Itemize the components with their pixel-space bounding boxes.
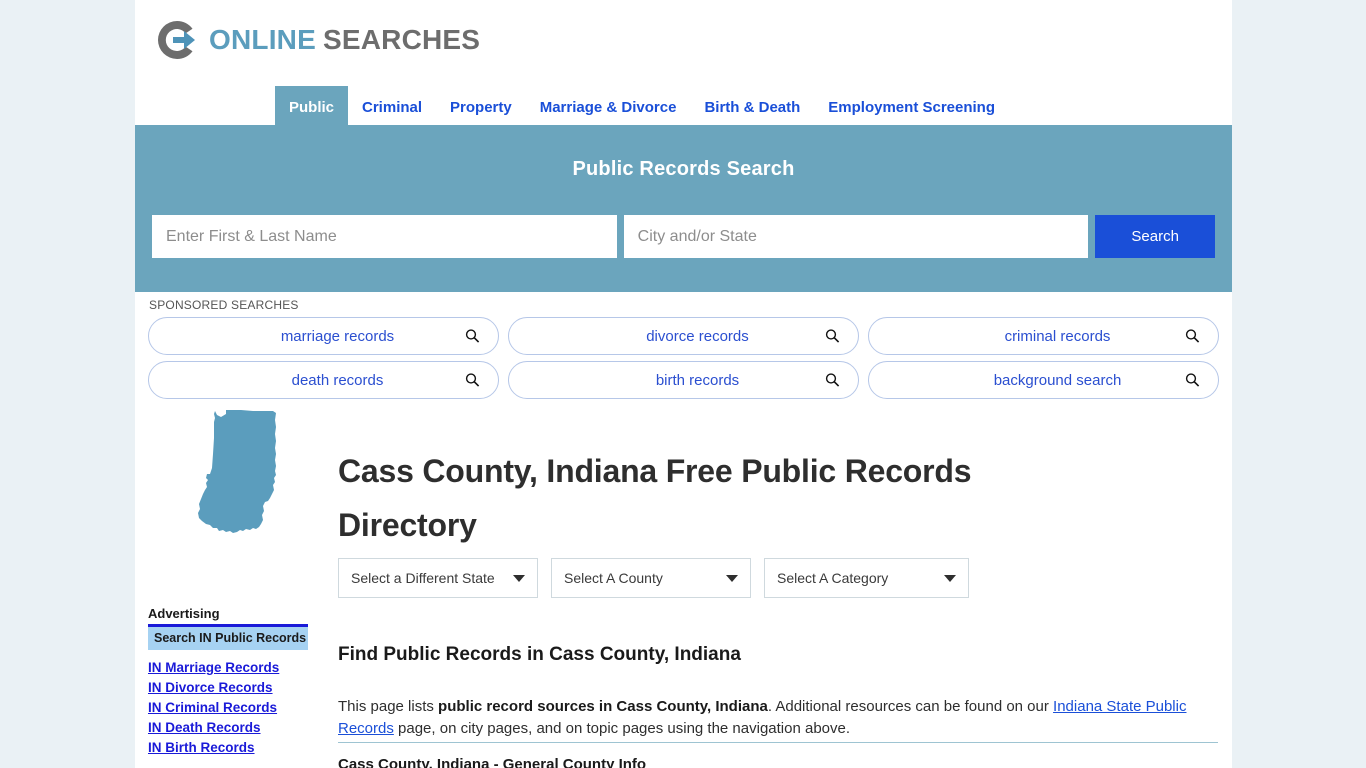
ad-link-in-criminal-records[interactable]: IN Criminal Records	[148, 700, 308, 715]
county-select-value: Select A County	[564, 570, 663, 586]
advertising-label: Advertising	[148, 606, 308, 627]
sponsored-pill-label: death records	[291, 371, 384, 389]
sponsored-pill-label: marriage records	[280, 327, 395, 345]
name-search-input[interactable]	[152, 215, 617, 258]
search-icon	[1185, 373, 1200, 388]
nav-item-criminal[interactable]: Criminal	[348, 86, 436, 128]
page-root: ONLINE SEARCHES Public Criminal Property …	[0, 0, 1366, 768]
intro-text-part2: . Additional resources can be found on o…	[767, 698, 1054, 715]
search-icon	[465, 373, 480, 388]
sponsored-searches-grid: marriage records divorce records crimina…	[148, 317, 1219, 399]
page-title: Cass County, Indiana Free Public Records…	[338, 453, 972, 544]
ad-link-in-divorce-records[interactable]: IN Divorce Records	[148, 680, 308, 695]
general-county-info-heading: Cass County, Indiana - General County In…	[338, 756, 647, 768]
sponsored-pill-label: birth records	[655, 371, 740, 389]
chevron-down-icon	[944, 575, 956, 582]
public-records-search-panel: Public Records Search Search	[135, 128, 1232, 292]
ad-link-in-birth-records[interactable]: IN Birth Records	[148, 740, 308, 755]
nav-item-property[interactable]: Property	[436, 86, 526, 128]
state-select-value: Select a Different State	[351, 570, 495, 586]
site-content: ONLINE SEARCHES Public Criminal Property …	[135, 0, 1232, 768]
logo-word-online: ONLINE	[209, 24, 316, 55]
chevron-down-icon	[726, 575, 738, 582]
sponsored-searches-label: SPONSORED SEARCHES	[149, 298, 299, 312]
intro-text-part3: page, on city pages, and on topic pages …	[393, 720, 851, 737]
ad-link-in-marriage-records[interactable]: IN Marriage Records	[148, 660, 308, 675]
sponsored-pill-label: divorce records	[646, 327, 749, 345]
search-button[interactable]: Search	[1095, 215, 1216, 258]
search-form: Search	[152, 215, 1216, 258]
category-select[interactable]: Select A Category	[764, 558, 969, 598]
state-select[interactable]: Select a Different State	[338, 558, 538, 598]
indiana-state-map-icon	[193, 408, 293, 538]
ad-link-in-death-records[interactable]: IN Death Records	[148, 720, 308, 735]
nav-item-public[interactable]: Public	[275, 86, 349, 128]
circle-arrow-logo-icon	[154, 17, 200, 63]
ad-link-list: IN Marriage Records IN Divorce Records I…	[148, 660, 308, 755]
category-select-value: Select A Category	[777, 570, 889, 586]
nav-item-marriage-divorce[interactable]: Marriage & Divorce	[526, 86, 691, 128]
sponsored-pill-marriage-records[interactable]: marriage records	[148, 317, 499, 355]
sponsored-pill-background-search[interactable]: background search	[868, 361, 1219, 399]
filter-select-row: Select a Different State Select A County…	[338, 558, 982, 598]
intro-paragraph: This page lists public record sources in…	[338, 696, 1218, 740]
sponsored-pill-criminal-records[interactable]: criminal records	[868, 317, 1219, 355]
search-icon	[825, 373, 840, 388]
advertising-sidebar: Advertising Search IN Public Records IN …	[148, 606, 308, 760]
sponsored-pill-birth-records[interactable]: birth records	[508, 361, 859, 399]
site-logo[interactable]: ONLINE SEARCHES	[154, 16, 480, 64]
main-heading: Find Public Records in Cass County, Indi…	[338, 643, 741, 665]
search-icon	[465, 329, 480, 344]
sponsored-pill-death-records[interactable]: death records	[148, 361, 499, 399]
section-divider	[338, 742, 1218, 743]
logo-wordmark: ONLINE SEARCHES	[209, 26, 480, 54]
logo-word-searches: SEARCHES	[322, 24, 481, 55]
intro-text-part1: This page lists	[338, 698, 439, 715]
location-search-input[interactable]	[623, 215, 1089, 258]
sponsored-pill-label: criminal records	[1004, 327, 1111, 345]
search-icon	[825, 329, 840, 344]
nav-item-employment-screening[interactable]: Employment Screening	[814, 86, 1009, 128]
nav-item-birth-death[interactable]: Birth & Death	[690, 86, 814, 128]
hero-title: Public Records Search	[572, 158, 795, 180]
county-select[interactable]: Select A County	[551, 558, 751, 598]
sponsored-pill-divorce-records[interactable]: divorce records	[508, 317, 859, 355]
chevron-down-icon	[513, 575, 525, 582]
ad-unit-heading: Search IN Public Records	[148, 627, 308, 650]
sponsored-pill-label: background search	[993, 371, 1122, 389]
main-navigation: Public Criminal Property Marriage & Divo…	[135, 86, 1232, 128]
search-icon	[1185, 329, 1200, 344]
intro-bold-sources: public record sources in Cass County, In…	[438, 698, 768, 715]
